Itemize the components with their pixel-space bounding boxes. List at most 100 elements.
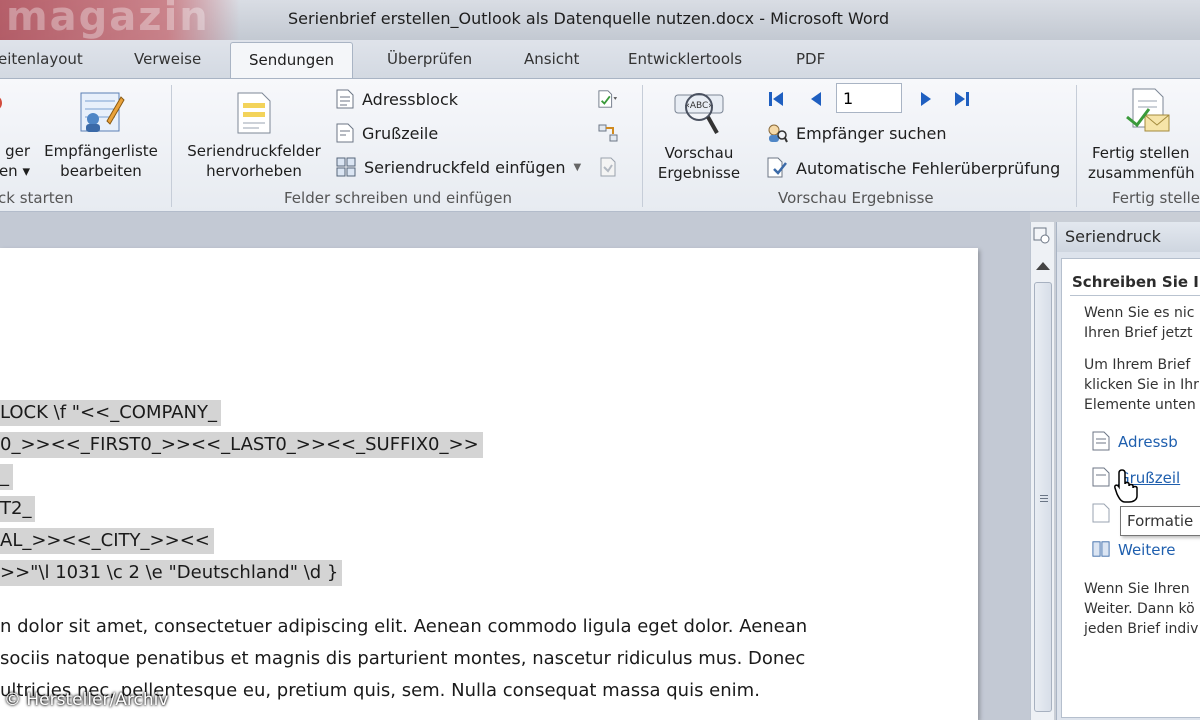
pane-paragraph: Um Ihrem Brief (1084, 357, 1191, 373)
tab-ansicht[interactable]: Ansicht (524, 50, 579, 68)
body-text-line: n dolor sit amet, consectetuer adipiscin… (0, 616, 808, 637)
svg-text:«ABC»: «ABC» (684, 101, 713, 111)
tab-seitenlayout[interactable]: eitenlayout (0, 50, 83, 68)
insert-field-label: Seriendruckfeld einfügen (364, 157, 566, 177)
insert-field-icon (336, 157, 356, 177)
preview-magnifier-icon: «ABC» (674, 93, 724, 134)
record-number-input[interactable] (836, 83, 902, 113)
group-label-fields: Felder schreiben und einfügen (284, 189, 512, 207)
document-page[interactable]: LOCK \f "<<_COMPANY_ 0_>><<_FIRST0_>><<_… (0, 248, 978, 720)
choose-recipients-button[interactable]: ger en ▾ (0, 91, 30, 181)
address-block-label: Adressblock (362, 89, 459, 109)
highlight-merge-fields-button[interactable]: Seriendruckfelder hervorheben (180, 91, 328, 181)
find-recipient-icon (768, 124, 788, 143)
pane-paragraph: jeden Brief indiv (1084, 621, 1199, 637)
tab-verweise[interactable]: Verweise (134, 50, 201, 68)
pane-paragraph: Weiter. Dann kö (1084, 601, 1195, 617)
scroll-up-icon[interactable] (1036, 262, 1050, 270)
address-block-icon (1092, 431, 1110, 451)
greeting-line-icon (336, 123, 354, 143)
highlight-label-1: Seriendruckfelder (187, 142, 321, 160)
find-recipient-button[interactable]: Empfänger suchen (766, 123, 947, 143)
tab-ueberpruefen[interactable]: Überprüfen (387, 50, 472, 68)
finish-label-2: zusammenfüh (1088, 164, 1195, 182)
pane-paragraph: Ihren Brief jetzt (1084, 325, 1193, 341)
merge-field-code: T2_ (0, 496, 36, 522)
link-more-items[interactable]: Weitere (1118, 541, 1176, 559)
mail-merge-task-pane: Seriendruck Schreiben Sie I Wenn Sie es … (1056, 222, 1200, 720)
preview-label-2: Ergebnisse (657, 164, 741, 182)
hand-cursor-icon (1114, 469, 1138, 503)
previous-record-icon (811, 92, 821, 106)
scroll-thumb[interactable] (1034, 282, 1052, 712)
body-text-line: sociis natoque penatibus et magnis dis p… (0, 648, 806, 669)
finish-label-1: Fertig stellen (1092, 144, 1190, 162)
link-address-block[interactable]: Adressb (1118, 433, 1178, 451)
watermark-logo: magazin (0, 0, 240, 40)
preview-results-button[interactable]: «ABC» Vorschau Ergebnisse (650, 87, 748, 183)
first-record-button[interactable] (766, 89, 786, 109)
task-pane-heading: Schreiben Sie I (1072, 273, 1199, 291)
merge-field-code: >>"\l 1031 \c 2 \e "Deutschland" \d } (0, 560, 343, 586)
last-record-button[interactable] (952, 89, 972, 109)
pane-paragraph: Wenn Sie Ihren (1084, 581, 1190, 597)
greeting-line-label: Grußzeile (362, 123, 439, 143)
find-recipient-label: Empfänger suchen (796, 123, 947, 143)
address-block-icon (336, 89, 354, 109)
edit-list-label-1: Empfängerliste (44, 142, 158, 160)
more-items-icon (1092, 541, 1110, 557)
vertical-scrollbar[interactable] (1030, 222, 1054, 720)
last-record-icon (955, 92, 969, 106)
greeting-line-icon (1092, 467, 1110, 487)
finish-merge-button[interactable]: Fertig stellen zusammenfüh (1084, 87, 1200, 183)
window-title: Serienbrief erstellen_Outlook als Datenq… (288, 9, 890, 28)
greeting-line-button[interactable]: Grußzeile (336, 123, 438, 143)
ribbon-tabs: eitenlayout Verweise Sendungen Überprüfe… (0, 40, 1200, 78)
group-label-start: ck starten (0, 189, 74, 207)
auto-check-errors-button[interactable]: Automatische Fehlerüberprüfung (766, 157, 1060, 179)
edit-recipient-list-button[interactable]: Empfängerliste bearbeiten (38, 91, 164, 181)
next-record-icon (921, 92, 931, 106)
merge-field-code: _ (0, 464, 13, 490)
match-fields-icon[interactable] (598, 123, 618, 143)
group-separator (171, 85, 172, 207)
insert-merge-field-button[interactable]: Seriendruckfeld einfügen ▼ (336, 157, 581, 177)
pane-options-icon[interactable] (1032, 226, 1052, 246)
rules-icon[interactable] (598, 89, 618, 109)
tab-sendungen[interactable]: Sendungen (230, 42, 354, 78)
next-record-button[interactable] (916, 89, 936, 109)
edit-list-icon (80, 92, 125, 132)
highlight-label-2: hervorheben (206, 162, 302, 180)
finish-merge-icon (1126, 88, 1170, 132)
preview-label-1: Vorschau (664, 144, 734, 162)
highlight-fields-icon (237, 92, 271, 134)
group-label-finish: Fertig stelle (1112, 189, 1200, 207)
group-separator (642, 85, 643, 207)
merge-field-code: 0_>><<_FIRST0_>><<_LAST0_>><<_SUFFIX0_>> (0, 432, 483, 458)
pane-paragraph: Wenn Sie es nic (1084, 305, 1195, 321)
previous-record-button[interactable] (806, 89, 826, 109)
image-credit: © Hersteller/Archiv (4, 690, 169, 710)
auto-check-label: Automatische Fehlerüberprüfung (796, 158, 1061, 178)
tab-entwicklertools[interactable]: Entwicklertools (628, 50, 742, 68)
group-separator (1076, 85, 1077, 207)
pane-paragraph: Elemente unten (1084, 397, 1196, 413)
choose-recipients-label-2: en ▾ (0, 162, 30, 180)
recipients-icon (0, 97, 2, 109)
first-record-icon (769, 92, 783, 106)
title-bar: magazin Serienbrief erstellen_Outlook al… (0, 0, 1200, 40)
pane-paragraph: klicken Sie in Ihr (1084, 377, 1199, 393)
tab-pdf[interactable]: PDF (796, 50, 825, 68)
update-labels-icon[interactable] (598, 157, 618, 177)
postage-icon (1092, 503, 1110, 523)
merge-field-code: LOCK \f "<<_COMPANY_ (0, 400, 221, 426)
address-block-button[interactable]: Adressblock (336, 89, 458, 109)
grip-icon (1040, 495, 1048, 504)
tooltip: Formatie (1120, 506, 1200, 536)
merge-field-code: AL_>><<_CITY_>><< (0, 528, 214, 554)
task-pane-title: Seriendruck (1057, 222, 1200, 252)
chevron-down-icon: ▼ (573, 161, 582, 173)
divider (1070, 295, 1200, 296)
ribbon: ger en ▾ Empfängerliste bearbeiten ck st… (0, 78, 1200, 212)
edit-list-label-2: bearbeiten (60, 162, 142, 180)
